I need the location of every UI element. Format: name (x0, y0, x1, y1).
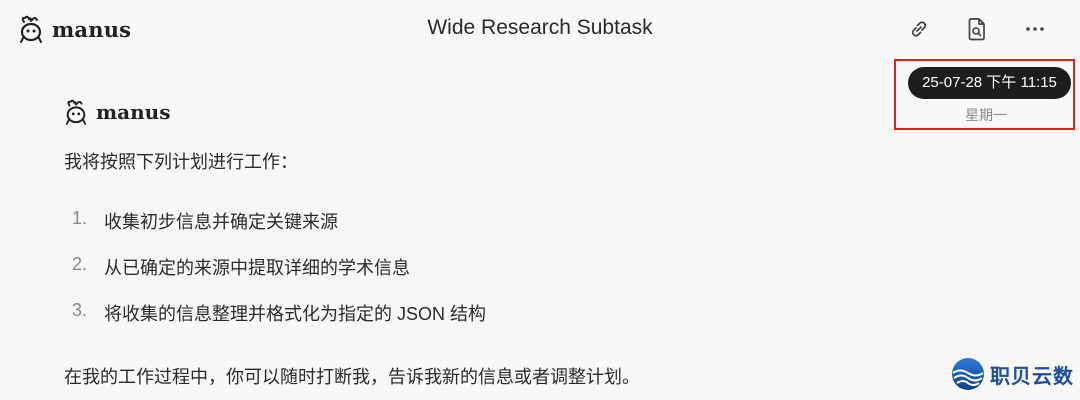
globe-logo-icon (952, 358, 984, 390)
step-text: 将收集的信息整理并格式化为指定的 JSON 结构 (104, 304, 487, 324)
timestamp-weekday: 星期一 (965, 107, 1007, 123)
manus-logo-icon (65, 99, 87, 125)
plan-step: 2. 从已确定的来源中提取详细的学术信息 (72, 254, 486, 300)
watermark: 职贝云数 (950, 356, 1074, 392)
view-file-button[interactable] (962, 14, 992, 44)
message-sender-name: manus (96, 100, 171, 124)
timestamp-pill: 25-07-28 下午 11:15 (908, 67, 1071, 99)
message-intro: 我将按照下列计划进行工作： (64, 152, 298, 172)
more-options-button[interactable] (1020, 14, 1050, 44)
step-text: 从已确定的来源中提取详细的学术信息 (104, 258, 410, 278)
more-icon (1026, 27, 1044, 31)
link-icon (911, 21, 927, 37)
page: manus Wide Research Subtask 25-07-28 下午 … (0, 0, 1080, 400)
plan-steps-list: 1. 收集初步信息并确定关键来源 2. 从已确定的来源中提取详细的学术信息 3.… (72, 208, 486, 346)
message-sender: manus (64, 98, 170, 126)
step-number: 1. (72, 208, 88, 228)
share-link-button[interactable] (904, 14, 934, 44)
plan-step: 3. 将收集的信息整理并格式化为指定的 JSON 结构 (72, 300, 486, 346)
step-number: 2. (72, 254, 88, 274)
plan-step: 1. 收集初步信息并确定关键来源 (72, 208, 486, 254)
step-text: 收集初步信息并确定关键来源 (104, 212, 338, 232)
timestamp-weekday-wrapper: 星期一 (908, 105, 1080, 125)
document-search-icon (968, 18, 985, 41)
header-actions (904, 14, 1050, 44)
header-bar: manus Wide Research Subtask (0, 0, 1080, 60)
message-outro: 在我的工作过程中，你可以随时打断我，告诉我新的信息或者调整计划。 (64, 367, 640, 387)
step-number: 3. (72, 300, 88, 320)
watermark-text: 职贝云数 (990, 365, 1074, 388)
